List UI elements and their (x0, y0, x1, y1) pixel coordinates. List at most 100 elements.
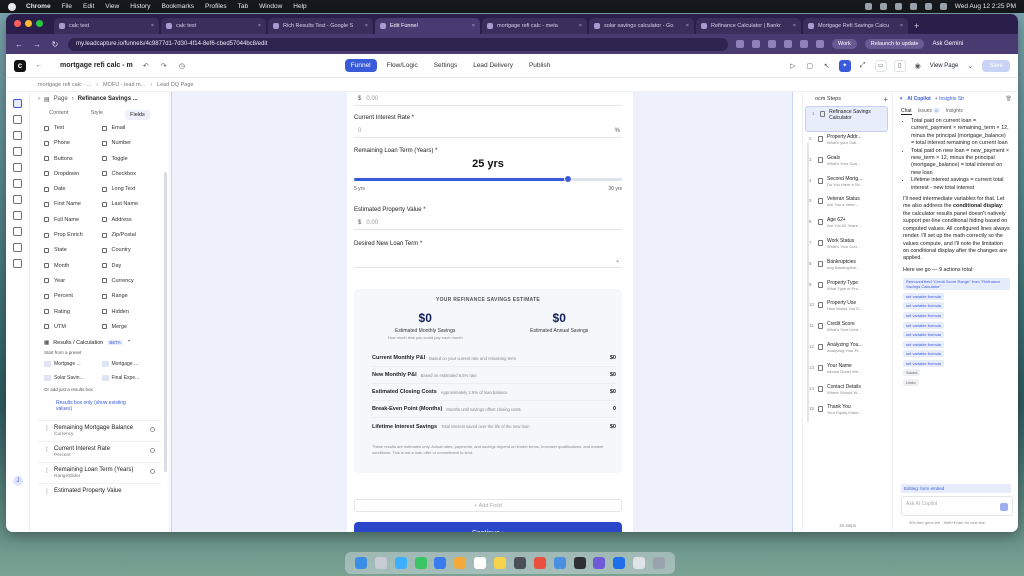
close-tab-icon[interactable]: × (365, 23, 368, 29)
ai-action-chip[interactable]: set variable formula (903, 311, 944, 319)
status-icon[interactable] (864, 3, 872, 10)
tab-fields[interactable]: Fields (125, 110, 150, 120)
steps-scrollbar[interactable] (807, 142, 809, 422)
funnel-title[interactable]: mortgage refi calc - m (60, 62, 133, 69)
app-icon[interactable] (513, 557, 526, 569)
menu-tab[interactable]: Tab (238, 3, 248, 10)
results-box-only-link[interactable]: Results box only (show existing values) (56, 400, 143, 412)
ai-action-chip[interactable]: set variable formula (903, 331, 944, 339)
undo-icon[interactable]: ↶ (141, 62, 151, 70)
tab-flow-logic[interactable]: Flow/Logic (381, 59, 424, 72)
results-calculation-section[interactable]: ▦ Results / Calculation BETA ⌃ (44, 340, 155, 346)
field-type-checkbox[interactable]: Checkbox (101, 170, 156, 178)
menu-profiles[interactable]: Profiles (205, 3, 227, 10)
menu-file[interactable]: File (62, 3, 72, 10)
field-type-full-name[interactable]: Full Name (44, 216, 98, 224)
relaunch-button[interactable]: Relaunch to update (864, 39, 925, 49)
avatar[interactable]: J (13, 476, 23, 486)
pointer-icon[interactable]: ↖ (822, 62, 832, 70)
chevron-up-icon[interactable]: ⌃ (127, 340, 132, 346)
apple-icon[interactable] (8, 2, 16, 11)
zoom-window-icon[interactable] (36, 20, 43, 27)
extension-icon[interactable] (768, 40, 776, 48)
field-type-date[interactable]: Date (44, 185, 98, 193)
folder-icon[interactable] (633, 557, 646, 569)
field-type-hidden[interactable]: Hidden (101, 308, 156, 316)
new-term-select[interactable]: ⌄ (354, 254, 622, 268)
close-tab-icon[interactable]: × (900, 23, 903, 29)
expand-icon[interactable]: ⤢ (858, 62, 868, 70)
browser-tab[interactable]: Refinance Calculator | Bankr × (696, 18, 801, 34)
app-icon[interactable] (613, 557, 626, 569)
reload-icon[interactable]: ↻ (50, 40, 60, 49)
menu-help[interactable]: Help (293, 3, 306, 10)
rate-input[interactable]: 0% (354, 124, 622, 138)
term-slider[interactable] (354, 174, 622, 186)
ai-sparkle-icon[interactable]: ✦ (838, 59, 851, 72)
shield-icon[interactable] (13, 147, 22, 156)
messages-icon[interactable] (414, 557, 427, 569)
trash-icon[interactable]: 🗑 (1006, 96, 1012, 102)
breadcrumb-item[interactable]: Lead DQ Page (157, 82, 193, 88)
eye-icon[interactable]: ◉ (913, 62, 923, 70)
browser-tab[interactable]: mortgage refi calc - meta × (482, 18, 587, 34)
view-page-button[interactable]: View Page (930, 63, 959, 69)
field-type-first-name[interactable]: First Name (44, 200, 98, 208)
photos-icon[interactable] (454, 557, 467, 569)
profile-work-button[interactable]: Work (832, 39, 857, 49)
field-type-last-name[interactable]: Last Name (101, 200, 156, 208)
field-type-percent[interactable]: Percent (44, 292, 98, 300)
layer-item[interactable]: ⋮ Current Interest Rate Percent (38, 440, 161, 462)
insights-button[interactable]: + Insights Str (935, 96, 964, 102)
menu-bookmarks[interactable]: Bookmarks (161, 3, 194, 10)
close-tab-icon[interactable]: × (258, 23, 261, 29)
close-tab-icon[interactable]: × (579, 23, 582, 29)
field-type-number[interactable]: Number (101, 139, 156, 147)
field-type-range[interactable]: Range (101, 292, 156, 300)
extension-icon[interactable] (816, 40, 824, 48)
step-item[interactable]: 13 Your Name Almost Done! Wh... (803, 361, 892, 382)
step-item[interactable]: 7 Work Status What's Your Curr... (803, 236, 892, 257)
step-item[interactable]: 9 Property Type What Type of Pro... (803, 278, 892, 299)
continue-button[interactable]: Continue › (354, 522, 622, 532)
launchpad-icon[interactable] (374, 557, 387, 569)
field-type-toggle[interactable]: Toggle (101, 155, 156, 163)
field-type-country[interactable]: Country (101, 246, 156, 254)
send-icon[interactable] (1000, 503, 1008, 511)
safari-icon[interactable] (394, 557, 407, 569)
extension-icon[interactable] (736, 40, 744, 48)
search-icon[interactable] (924, 3, 932, 10)
notes-icon[interactable] (494, 557, 507, 569)
field-type-year[interactable]: Year (44, 277, 98, 285)
trash-icon[interactable] (653, 557, 666, 569)
tab-insights[interactable]: Insights (946, 108, 963, 114)
browser-tab[interactable]: Mortgage Refi Savings Calcu × (803, 18, 908, 34)
slider-handle[interactable] (564, 175, 573, 183)
preset-mortgage[interactable]: Mortgage ... (44, 359, 98, 369)
drag-handle-icon[interactable]: ⋮ (44, 446, 50, 453)
field-type-prop-enrich[interactable]: Prop Enrich (44, 231, 98, 239)
forward-icon[interactable]: → (32, 40, 42, 49)
app-icon[interactable] (553, 557, 566, 569)
address-bar[interactable]: my.leadcapture.io/funnels/4c9877d1-7d30-… (68, 37, 728, 51)
menu-edit[interactable]: Edit (83, 3, 94, 10)
preset-final-expense[interactable]: Final Expe... (101, 373, 156, 383)
step-item[interactable]: 8 Bankruptcies Any Bankruptcie... (803, 257, 892, 278)
minimize-window-icon[interactable] (25, 20, 32, 27)
step-item[interactable]: 10 Property Use How Would You D... (803, 298, 892, 319)
ai-action-chip[interactable]: set variable formula (903, 302, 944, 310)
close-window-icon[interactable] (14, 20, 21, 27)
user-icon[interactable] (13, 163, 22, 172)
chrome-icon[interactable] (533, 557, 546, 569)
layer-item[interactable]: ⋮ Estimated Property Value (38, 482, 161, 499)
extension-icon[interactable] (800, 40, 808, 48)
finder-icon[interactable] (354, 557, 367, 569)
clock-icon[interactable] (13, 243, 22, 252)
close-tab-icon[interactable]: × (472, 23, 475, 29)
step-item[interactable]: 15 Thank You Your Equity Estim... (803, 402, 892, 423)
ai-chat-input[interactable]: Ask AI Copilot (901, 496, 1013, 516)
extension-icon[interactable] (752, 40, 760, 48)
field-type-dropdown[interactable]: Dropdown (44, 170, 98, 178)
tab-content[interactable]: Content (49, 110, 68, 120)
browser-tab[interactable]: calc test × (161, 18, 266, 34)
